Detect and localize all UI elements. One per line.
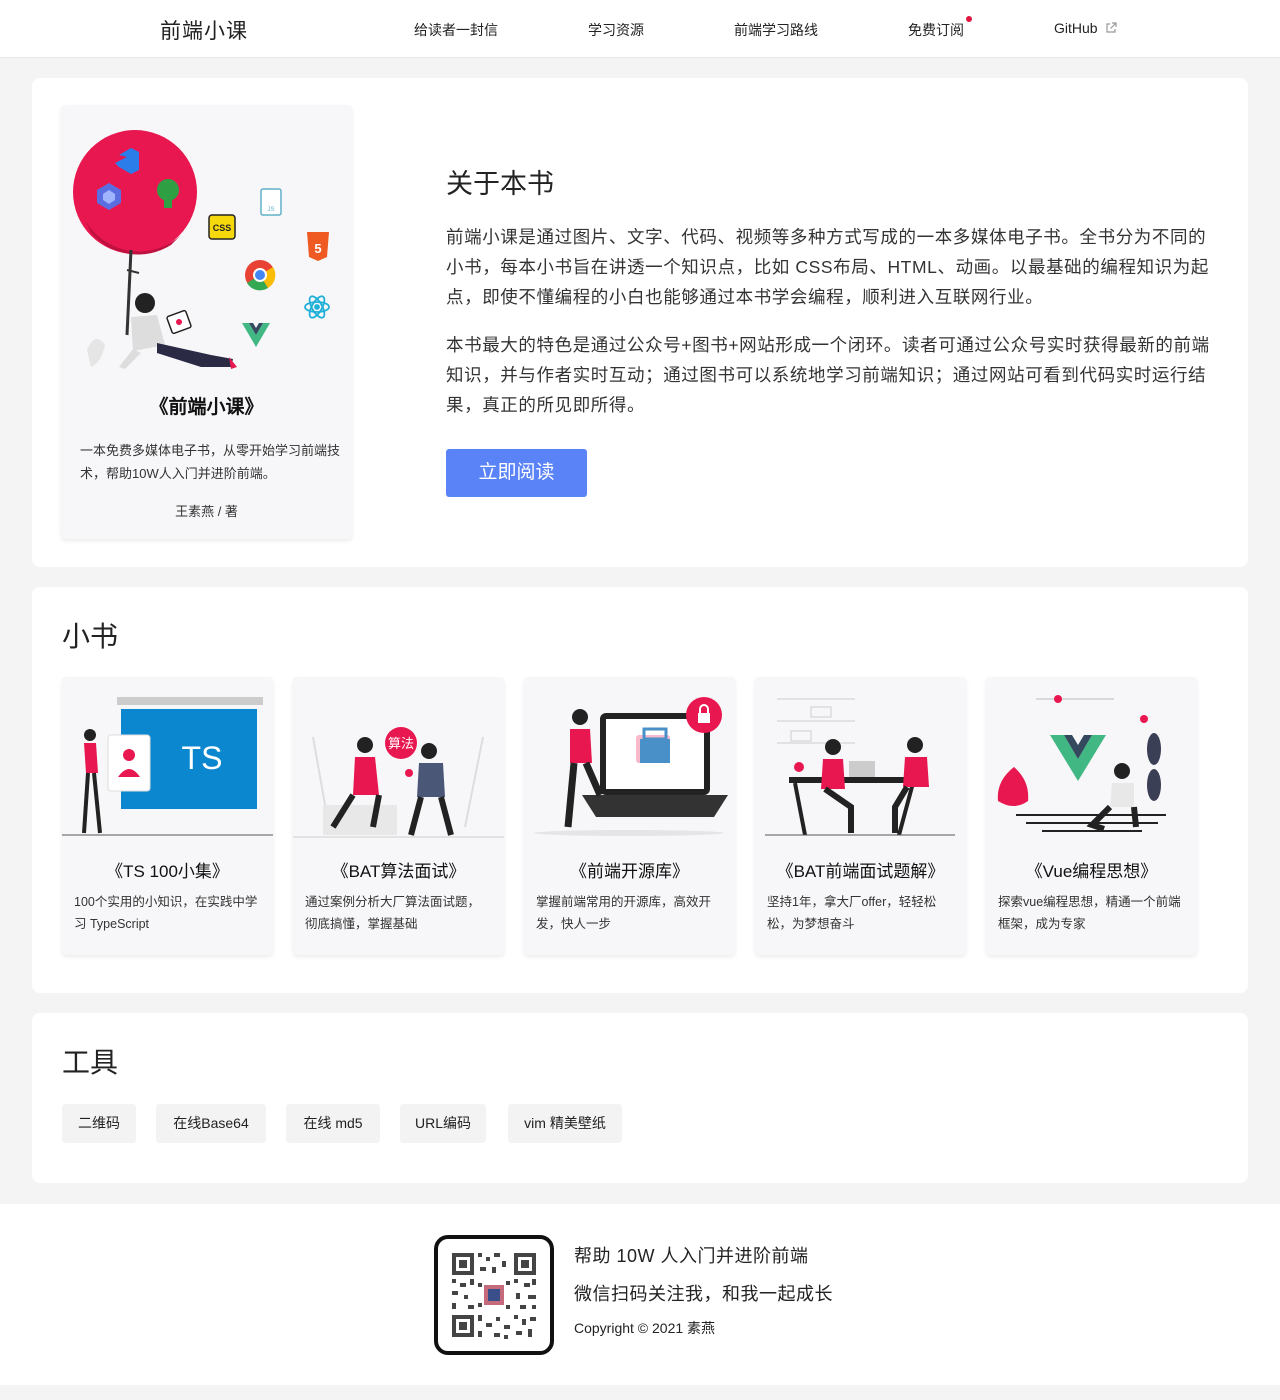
svg-text:算法: 算法	[388, 737, 414, 752]
html5-icon: 5	[307, 232, 329, 261]
book-illustration-open-source	[534, 697, 728, 836]
react-icon	[304, 295, 330, 319]
book-illustration-interview	[765, 698, 955, 836]
footer: 帮助 10W 人入门并进阶前端 微信扫码关注我，和我一起成长 Copyright…	[0, 1204, 1280, 1385]
tool-qrcode-button[interactable]: 二维码	[62, 1104, 136, 1143]
nav-subscribe-label: 免费订阅	[908, 22, 964, 38]
about-paragraph-2: 本书最大的特色是通过公众号+图书+网站形成一个闭环。读者可通过公众号实时获得最新…	[446, 335, 1210, 415]
vue-icon	[242, 323, 270, 347]
svg-text:JS: JS	[267, 207, 274, 213]
external-link-icon	[1106, 22, 1118, 33]
read-now-button[interactable]: 立即阅读	[446, 449, 587, 497]
tool-vim-wallpaper-button[interactable]: vim 精美壁纸	[508, 1104, 622, 1143]
book-title: 《BAT算法面试》	[331, 862, 466, 881]
book-title: 《TS 100小集》	[106, 862, 229, 881]
book-description: 100个实用的小知识，在实践中学习 TypeScript	[74, 895, 258, 931]
footer-follow-text: 微信扫码关注我，和我一起成长	[574, 1284, 833, 1304]
nav-learning-resources[interactable]: 学习资源	[588, 20, 644, 40]
book-cover[interactable]: CSS JS 5 《前端小课》 一本免费多媒体电子书，从零开始学习前端技术，帮助…	[61, 105, 352, 539]
books-section: 小书 TS 《TS 100小集》 100个实用的小知识，在实践中学习 TypeS…	[32, 587, 1248, 993]
svg-text:5: 5	[314, 241, 321, 256]
book-description: 探索vue编程思想，精通一个前端框架，成为专家	[998, 895, 1181, 931]
nav-github-label: GitHub	[1054, 20, 1098, 36]
book-illustration-vue	[997, 695, 1166, 832]
book-illustration-ts: TS	[62, 697, 273, 836]
top-nav: 前端小课 给读者一封信 学习资源 前端学习路线 免费订阅 GitHub	[0, 0, 1280, 58]
qr-code-icon	[452, 1253, 536, 1339]
cover-description: 一本免费多媒体电子书，从零开始学习前端技术，帮助10W人入门并进阶前端。	[80, 443, 341, 481]
book-description: 通过案例分析大厂算法面试题，彻底搞懂，掌握基础	[305, 895, 481, 931]
css-icon: CSS	[208, 214, 236, 240]
chrome-icon	[245, 260, 276, 291]
nav-github[interactable]: GitHub	[1054, 20, 1118, 36]
book-description: 掌握前端常用的开源库，高效开发，快人一步	[536, 895, 712, 931]
cover-author: 王素燕 / 著	[175, 504, 238, 519]
about-paragraph-1: 前端小课是通过图片、文字、代码、视频等多种方式写成的一本多媒体电子书。全书分为不…	[446, 227, 1209, 307]
footer-copyright: Copyright © 2021 素燕	[574, 1320, 716, 1336]
cover-title: 《前端小课》	[149, 397, 264, 418]
book-description: 坚持1年，拿大厂offer，轻轻松松，为梦想奋斗	[767, 895, 937, 931]
book-illustration-algorithm: 算法	[293, 727, 504, 838]
svg-text:TS: TS	[182, 740, 223, 776]
tool-md5-button[interactable]: 在线 md5	[286, 1104, 380, 1143]
about-title: 关于本书	[446, 169, 554, 199]
cover-illustration: CSS JS 5	[73, 130, 330, 369]
notification-dot	[966, 16, 972, 22]
nav-letter-to-readers[interactable]: 给读者一封信	[414, 20, 498, 40]
tools-section: 工具 二维码 在线Base64 在线 md5 URL编码 vim 精美壁纸	[32, 1013, 1248, 1183]
nav-learning-path[interactable]: 前端学习路线	[734, 20, 818, 40]
book-title: 《BAT前端面试题解》	[776, 862, 945, 881]
book-title: 《Vue编程思想》	[1025, 862, 1158, 881]
tool-base64-button[interactable]: 在线Base64	[156, 1104, 266, 1143]
book-title: 《前端开源库》	[570, 862, 689, 881]
js-file-icon: JS	[260, 188, 282, 216]
nav-subscribe[interactable]: 免费订阅	[908, 16, 972, 40]
footer-slogan: 帮助 10W 人入门并进阶前端	[574, 1246, 809, 1266]
book-card-algorithm[interactable]: 算法 《BAT算法面试》 通过案例分析大厂算法面试题，彻底搞懂，掌握基础	[293, 677, 504, 955]
books-section-title: 小书	[62, 621, 119, 652]
book-card-interview[interactable]: 《BAT前端面试题解》 坚持1年，拿大厂offer，轻轻松松，为梦想奋斗	[755, 677, 966, 955]
tool-url-encode-button[interactable]: URL编码	[400, 1104, 486, 1143]
book-card-ts[interactable]: TS 《TS 100小集》 100个实用的小知识，在实践中学习 TypeScri…	[62, 677, 273, 955]
tools-section-title: 工具	[62, 1047, 119, 1078]
wechat-qr-code	[434, 1235, 554, 1355]
book-card-open-source[interactable]: 《前端开源库》 掌握前端常用的开源库，高效开发，快人一步	[524, 677, 735, 955]
book-card-vue[interactable]: 《Vue编程思想》 探索vue编程思想，精通一个前端框架，成为专家	[986, 677, 1197, 955]
site-brand[interactable]: 前端小课	[160, 15, 248, 45]
svg-text:CSS: CSS	[213, 223, 232, 233]
about-section: CSS JS 5 《前端小课》 一本免费多媒体电子书，从零开始学习前端技术，帮助…	[32, 78, 1248, 567]
